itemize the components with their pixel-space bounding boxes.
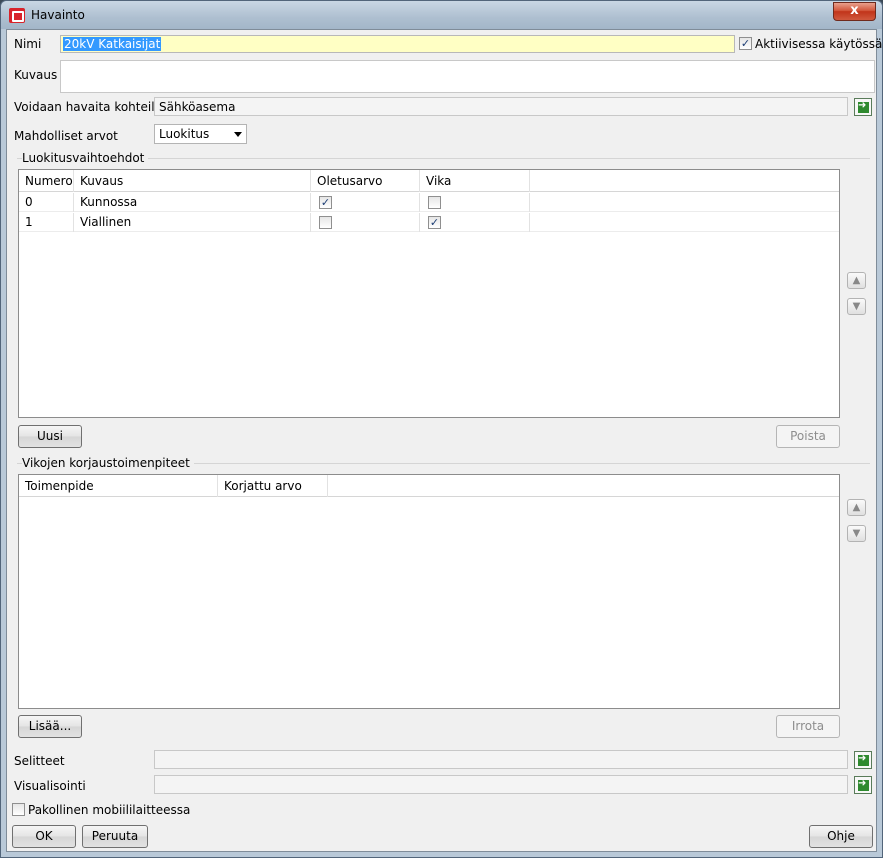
classification-table[interactable]: Numero Kuvaus Oletusarvo Vika 0 Kunnossa… [18,169,840,418]
table-row[interactable]: 0 Kunnossa ✓ [19,193,839,212]
active-label: Aktiivisessa käytössä [755,37,883,51]
targets-field: Sähköasema [154,97,848,116]
move-up-icon: ▲ [852,502,861,513]
repairs-table[interactable]: Toimenpide Korjattu arvo [18,474,840,709]
row-vika-cell: ✓ [420,213,530,232]
name-input-value: 20kV Katkaisijat [63,37,162,51]
column-header-numero[interactable]: Numero [19,170,74,192]
row-numero: 0 [19,193,74,212]
window-title: Havainto [31,8,85,22]
pick-arrow-icon [858,100,869,113]
move-up-button[interactable]: ▲ [847,272,866,289]
close-button[interactable]: x [833,2,876,21]
repairs-table-header: Toimenpide Korjattu arvo [19,475,839,497]
values-select[interactable]: Luokitus [154,124,247,144]
visualization-label: Visualisointi [14,779,86,793]
move-down-icon: ▼ [852,528,861,539]
row-kuvaus: Viallinen [74,213,311,232]
pick-arrow-icon [858,778,869,791]
description-input[interactable] [60,60,875,93]
oletusarvo-checkbox[interactable]: ✓ [319,196,332,209]
dialog-body: Nimi 20kV Katkaisijat ✓ Aktiivisessa käy… [6,29,882,852]
mandatory-label: Pakollinen mobiililaitteessa [28,803,191,817]
mandatory-checkbox[interactable] [12,803,25,816]
detach-button[interactable]: Irrota [776,715,840,738]
description-label: Kuvaus [14,68,58,82]
targets-value: Sähköasema [159,100,236,114]
vika-checkbox[interactable] [428,196,441,209]
name-input[interactable]: 20kV Katkaisijat [60,35,735,53]
row-oletusarvo-cell [311,213,420,232]
chevron-down-icon [234,132,242,137]
move-down-icon: ▼ [852,301,861,312]
pick-legends-button[interactable] [854,751,872,769]
classification-table-header: Numero Kuvaus Oletusarvo Vika [19,170,839,192]
name-label: Nimi [14,37,42,51]
row-numero: 1 [19,213,74,232]
repairs-move-down-button[interactable]: ▼ [847,525,866,542]
pick-visualization-button[interactable] [854,776,872,794]
table-row[interactable]: 1 Viallinen ✓ [19,213,839,232]
delete-button[interactable]: Poista [776,425,840,448]
repairs-move-up-button[interactable]: ▲ [847,499,866,516]
row-kuvaus: Kunnossa [74,193,311,212]
values-label: Mahdolliset arvot [14,129,118,143]
oletusarvo-checkbox[interactable] [319,216,332,229]
dialog-window: Havainto x Nimi 20kV Katkaisijat ✓ Aktii… [0,0,883,858]
values-select-value: Luokitus [159,127,210,141]
pick-targets-button[interactable] [854,98,872,116]
vika-checkbox[interactable]: ✓ [428,216,441,229]
column-header-vika[interactable]: Vika [420,170,530,192]
column-header-oletusarvo[interactable]: Oletusarvo [311,170,420,192]
row-vika-cell [420,193,530,212]
move-up-icon: ▲ [852,275,861,286]
pick-arrow-icon [858,753,869,766]
new-button[interactable]: Uusi [18,425,82,448]
legends-field [154,750,848,769]
app-icon [9,8,25,23]
ok-button[interactable]: OK [12,825,76,848]
row-oletusarvo-cell: ✓ [311,193,420,212]
column-header-toimenpide[interactable]: Toimenpide [19,475,218,497]
title-bar[interactable]: Havainto x [1,1,882,29]
column-header-korjattu-arvo[interactable]: Korjattu arvo [218,475,328,497]
active-checkbox[interactable]: ✓ [739,37,752,50]
cancel-button[interactable]: Peruuta [82,825,148,848]
column-header-kuvaus[interactable]: Kuvaus [74,170,311,192]
add-button[interactable]: Lisää... [18,715,82,738]
legends-label: Selitteet [14,754,65,768]
classification-group-title: Luokitusvaihtoehdot [22,151,149,165]
move-down-button[interactable]: ▼ [847,298,866,315]
repairs-group-title: Vikojen korjaustoimenpiteet [22,456,194,470]
visualization-field [154,775,848,794]
help-button[interactable]: Ohje [809,825,873,848]
targets-label: Voidaan havaita kohteille [14,100,166,114]
